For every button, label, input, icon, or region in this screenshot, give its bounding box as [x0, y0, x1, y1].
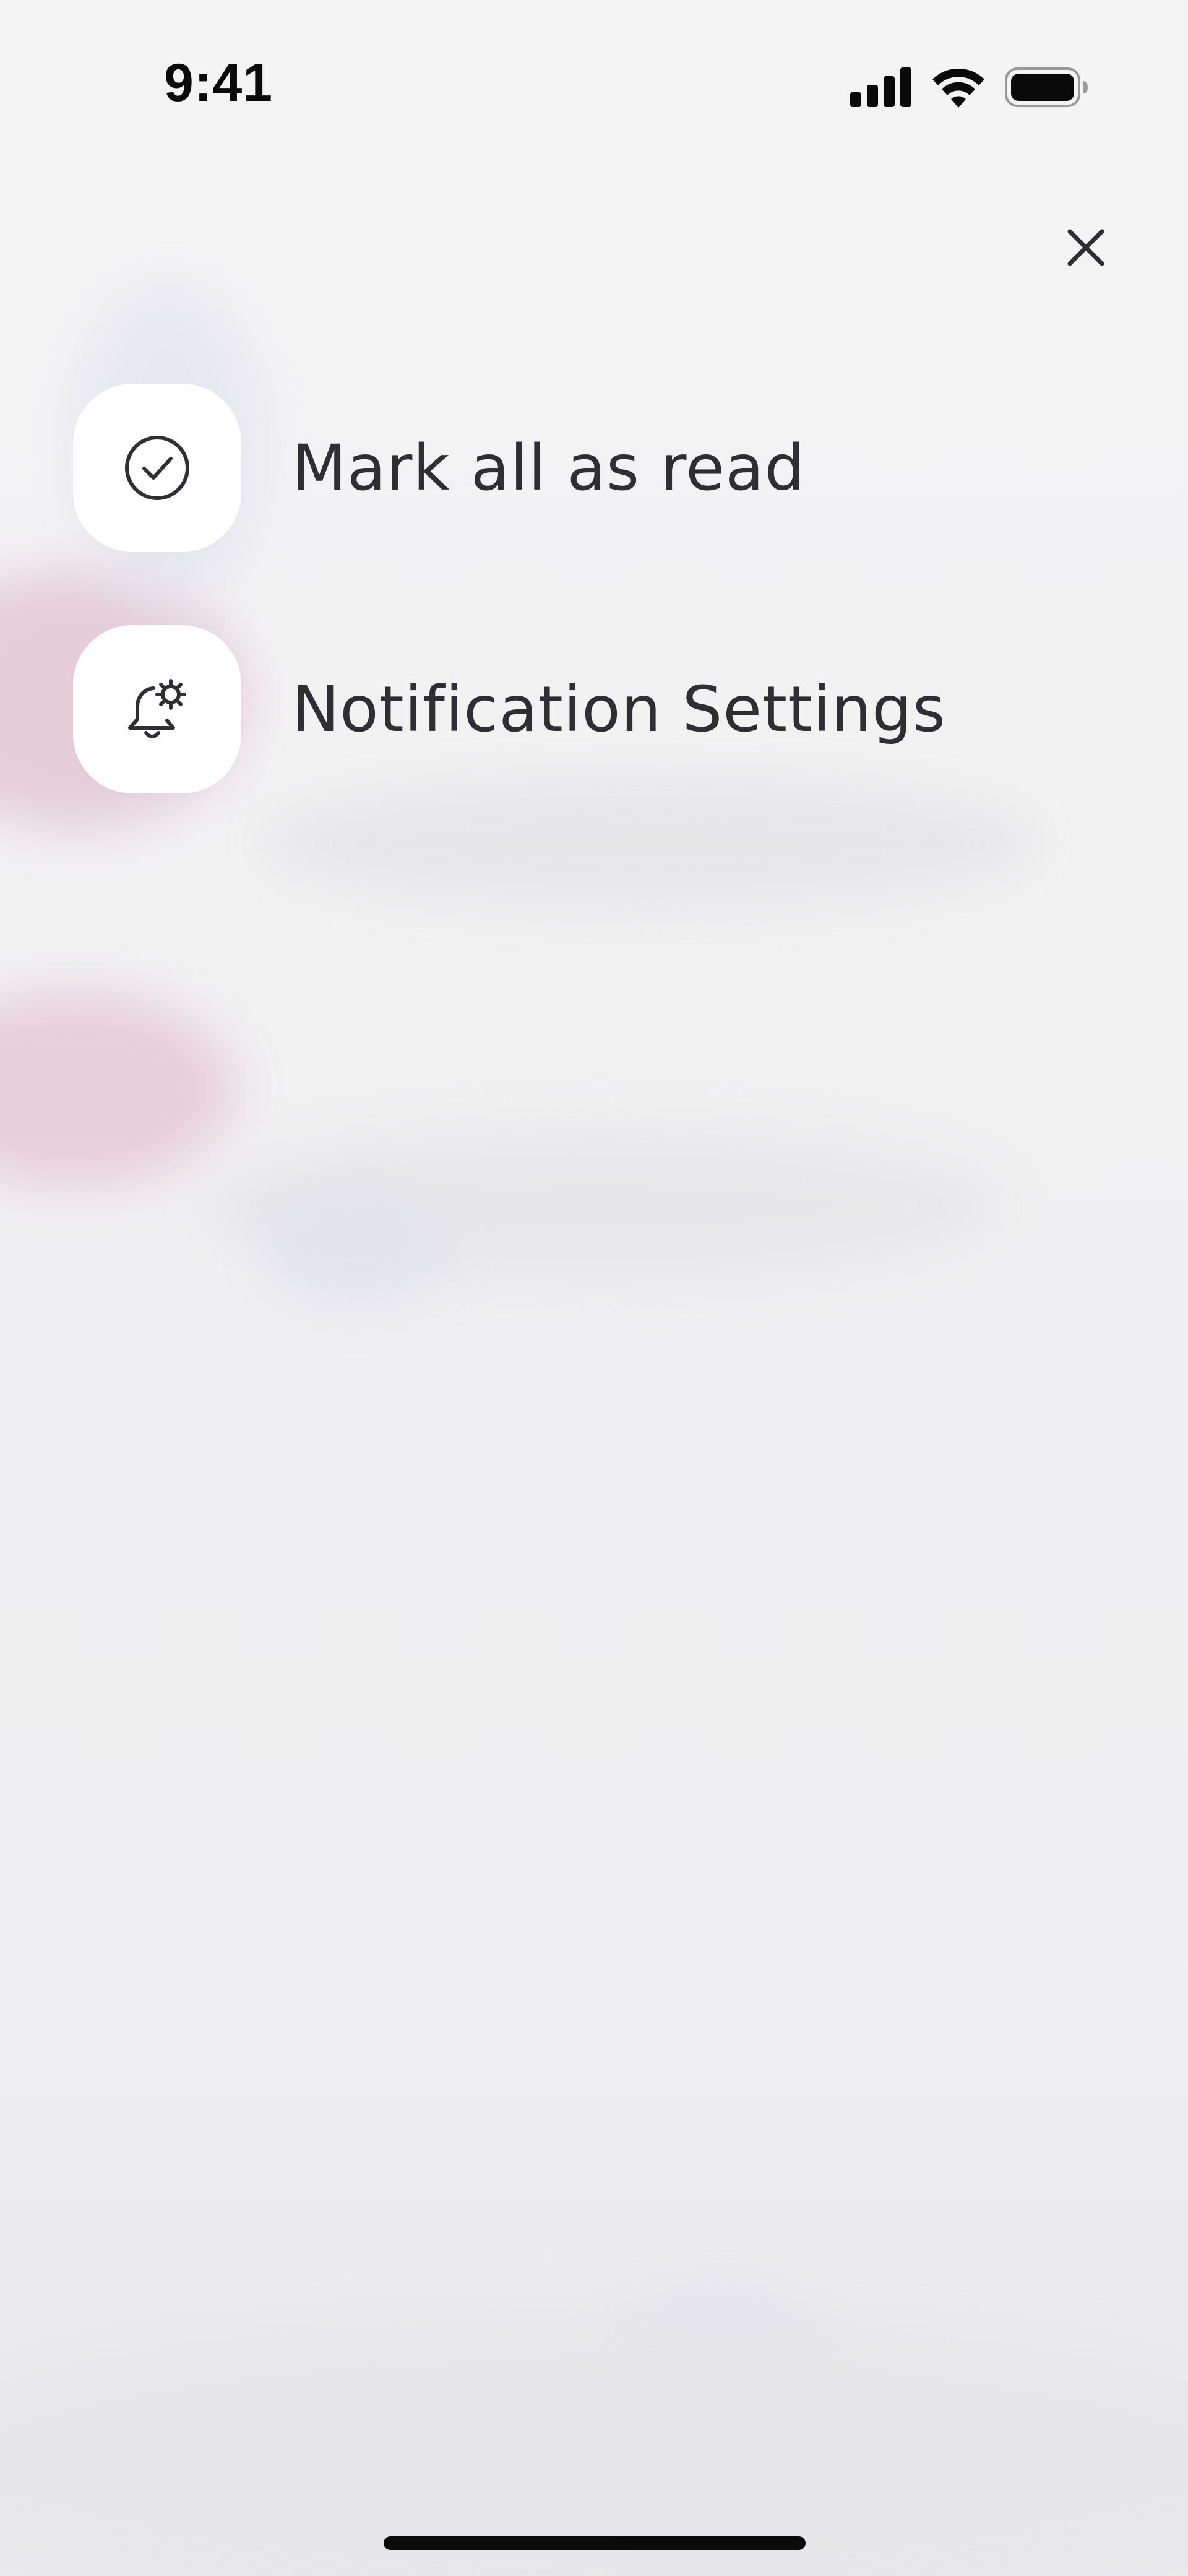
- notification-settings-item[interactable]: Notification Settings: [73, 625, 946, 793]
- status-bar: 9:41: [0, 0, 1188, 179]
- status-time: 9:41: [164, 53, 273, 113]
- notification-settings-tile: [73, 625, 241, 793]
- status-icons: [850, 67, 1089, 108]
- background-blob: [0, 990, 235, 1188]
- cellular-signal-icon: [850, 67, 911, 107]
- bell-settings-icon: [128, 679, 186, 738]
- close-icon: [1067, 229, 1104, 266]
- notification-settings-label: Notification Settings: [292, 672, 947, 746]
- battery-icon: [1005, 67, 1088, 107]
- background-blob: [0, 2302, 1188, 2576]
- mark-all-read-item[interactable]: Mark all as read: [73, 384, 946, 552]
- mark-all-read-tile: [73, 384, 241, 552]
- close-button[interactable]: [1061, 223, 1111, 272]
- home-indicator[interactable]: [384, 2536, 806, 2550]
- wifi-icon: [932, 68, 984, 108]
- options-menu: Mark all as read Notification Settings: [73, 384, 946, 867]
- check-circle-icon: [125, 436, 189, 500]
- mark-all-read-label: Mark all as read: [292, 431, 806, 505]
- background-blob: [260, 1188, 446, 1312]
